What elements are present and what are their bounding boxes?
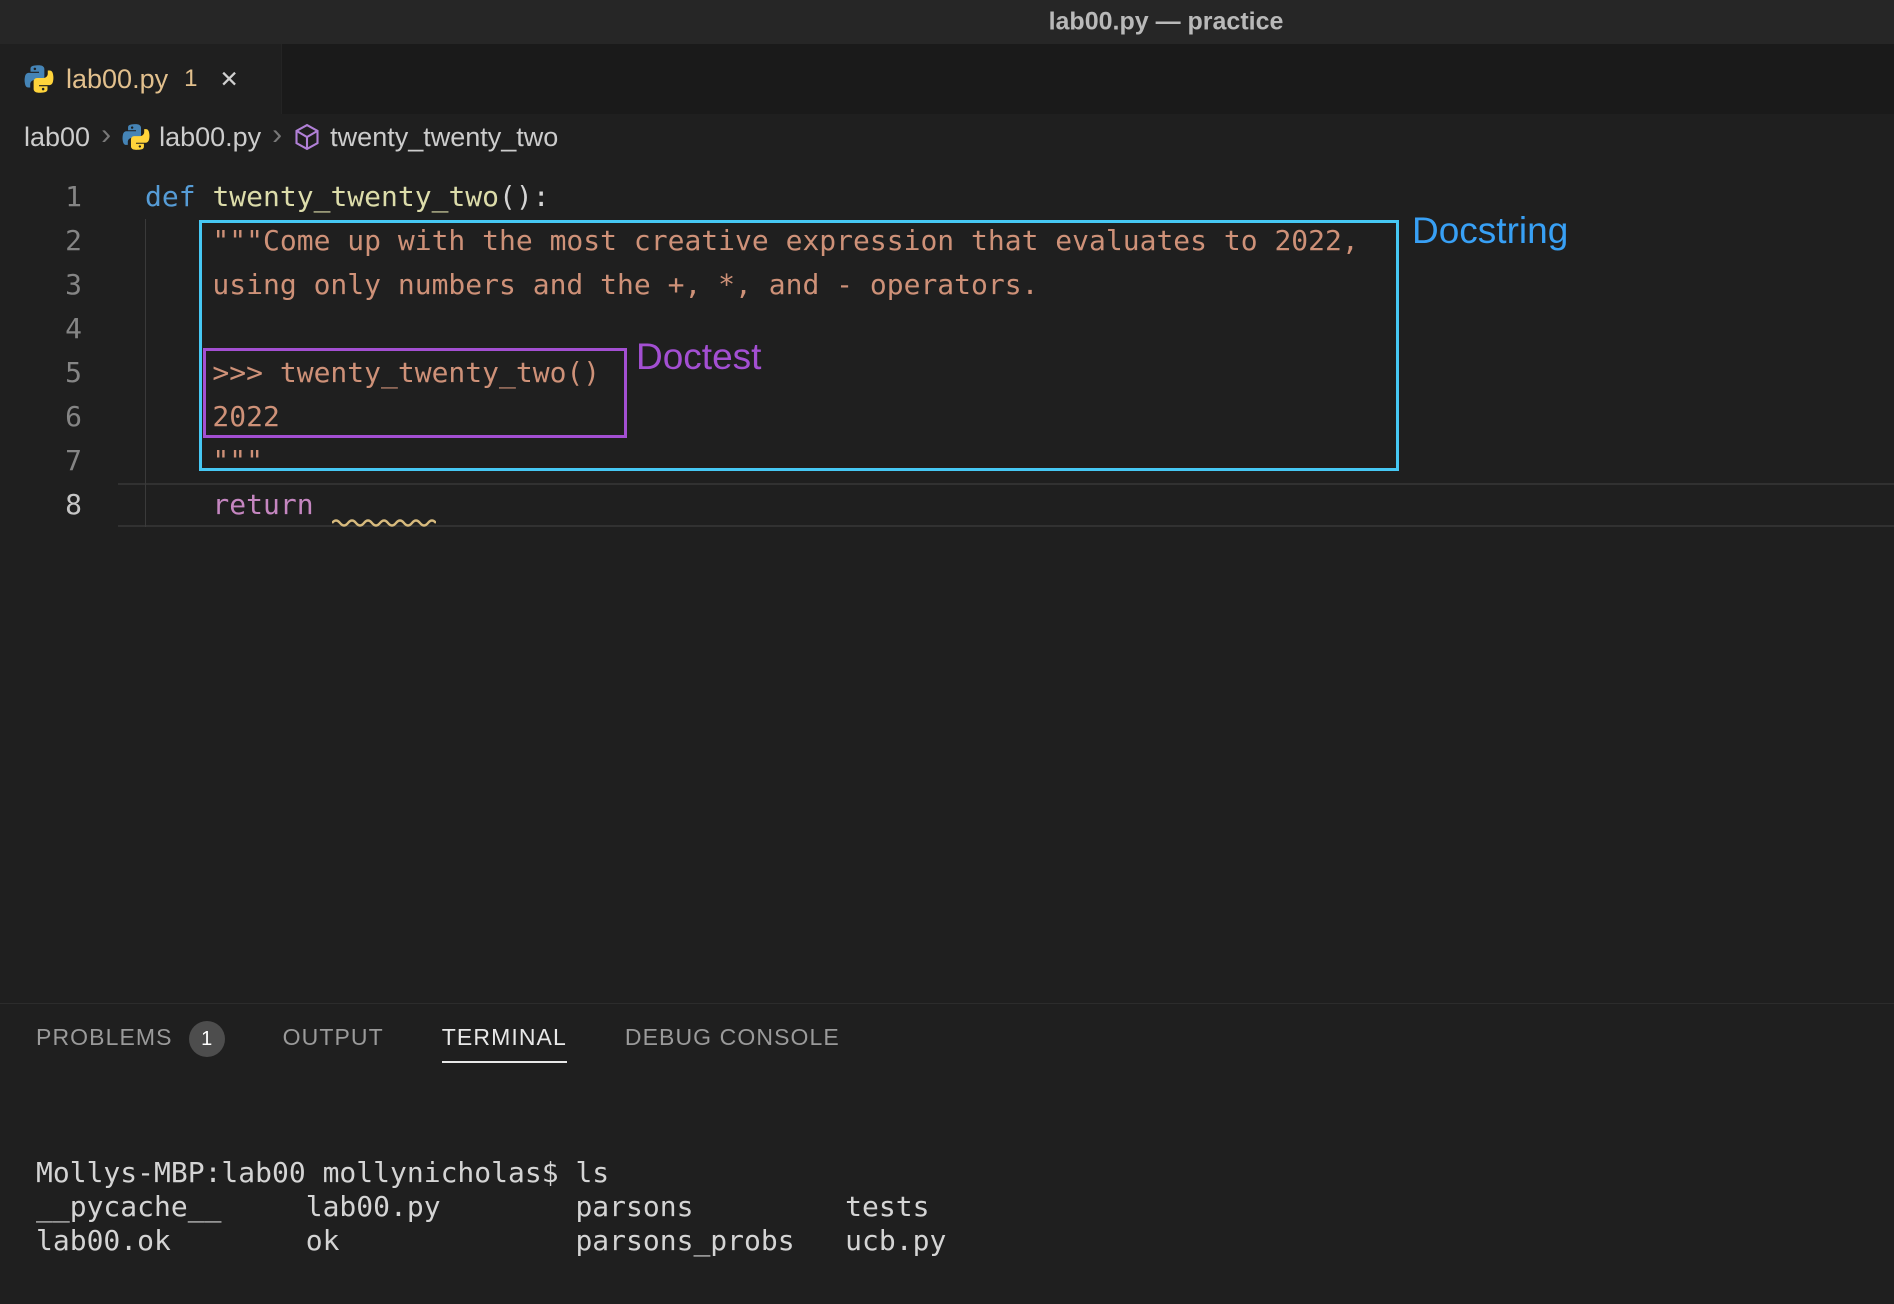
code-editor[interactable]: 12345678 def twenty_twenty_two(): """Com…	[0, 160, 1894, 1003]
tab-problems-badge: 1	[184, 65, 197, 93]
breadcrumb-folder[interactable]: lab00	[24, 122, 90, 153]
terminal-line: lab00.ok ok parsons_probs ucb.py	[36, 1224, 1874, 1258]
chevron-right-icon: ›	[261, 118, 293, 156]
tab-terminal[interactable]: TERMINAL	[442, 1024, 567, 1063]
line-number: 6	[0, 395, 118, 439]
code-token: def	[145, 180, 212, 213]
breadcrumb-symbol[interactable]: twenty_twenty_two	[293, 122, 558, 153]
terminal[interactable]: Mollys-MBP:lab00 mollynicholas$ ls__pyca…	[36, 1088, 1874, 1304]
line-number: 1	[0, 175, 118, 219]
line-number: 8	[0, 483, 118, 527]
titlebar: lab00.py — practice	[0, 0, 1894, 44]
tab-strip: lab00.py 1 ✕	[0, 44, 1894, 114]
line-number: 3	[0, 263, 118, 307]
code-token: using only numbers and the +, *, and - o…	[145, 268, 1038, 301]
breadcrumb-file[interactable]: lab00.py	[122, 122, 261, 153]
breadcrumb-file-label: lab00.py	[159, 122, 261, 153]
code-line[interactable]: >>> twenty_twenty_two()	[118, 351, 1894, 395]
line-number: 5	[0, 351, 118, 395]
close-icon[interactable]: ✕	[219, 66, 238, 93]
python-icon	[24, 64, 54, 94]
terminal-output: Mollys-MBP:lab00 mollynicholas$ ls__pyca…	[36, 1156, 1874, 1258]
tab-label: lab00.py	[66, 64, 168, 95]
line-number: 7	[0, 439, 118, 483]
panel-tab-bar: PROBLEMS 1 OUTPUT TERMINAL DEBUG CONSOLE	[0, 1004, 1894, 1082]
editor-gutter: 12345678	[0, 175, 118, 527]
code-token: ():	[499, 180, 550, 213]
tab-output-label: OUTPUT	[283, 1024, 384, 1063]
tab-terminal-label: TERMINAL	[442, 1024, 567, 1063]
terminal-line: __pycache__ lab00.py parsons tests	[36, 1190, 1874, 1224]
terminal-line: Mollys-MBP:lab00 mollynicholas$ ls	[36, 1156, 1874, 1190]
code-line[interactable]: """Come up with the most creative expres…	[118, 219, 1894, 263]
line-number: 4	[0, 307, 118, 351]
tab-lab00py[interactable]: lab00.py 1 ✕	[0, 44, 282, 114]
chevron-right-icon: ›	[90, 118, 122, 156]
code-token: 2022	[145, 400, 280, 433]
line-number: 2	[0, 219, 118, 263]
code-token: return	[145, 488, 330, 521]
problems-count-badge: 1	[189, 1021, 225, 1057]
tab-debug-console[interactable]: DEBUG CONSOLE	[625, 1024, 840, 1063]
editor-code[interactable]: def twenty_twenty_two(): """Come up with…	[118, 175, 1894, 527]
window-title: lab00.py — practice	[1049, 8, 1284, 37]
code-token: twenty_twenty_two	[212, 180, 499, 213]
tab-problems[interactable]: PROBLEMS 1	[36, 1021, 225, 1065]
code-token: >>> twenty_twenty_two()	[145, 356, 600, 389]
code-line[interactable]: """	[118, 439, 1894, 483]
tab-output[interactable]: OUTPUT	[283, 1024, 384, 1063]
tab-debug-console-label: DEBUG CONSOLE	[625, 1024, 840, 1063]
warning-squiggle-icon	[332, 517, 436, 527]
code-token: """Come up with the most creative expres…	[145, 224, 1359, 257]
breadcrumb-folder-label: lab00	[24, 122, 90, 153]
tab-problems-label: PROBLEMS	[36, 1024, 173, 1063]
code-line[interactable]	[118, 307, 1894, 351]
breadcrumb-symbol-label: twenty_twenty_two	[330, 122, 558, 153]
symbol-namespace-icon	[293, 123, 321, 151]
code-line[interactable]: using only numbers and the +, *, and - o…	[118, 263, 1894, 307]
code-line[interactable]: 2022	[118, 395, 1894, 439]
code-line[interactable]: def twenty_twenty_two():	[118, 175, 1894, 219]
bottom-panel: PROBLEMS 1 OUTPUT TERMINAL DEBUG CONSOLE…	[0, 1003, 1894, 1304]
breadcrumb: lab00 › lab00.py › twenty_twenty_two	[0, 114, 1894, 160]
python-icon	[122, 123, 150, 151]
code-token: """	[145, 444, 263, 477]
